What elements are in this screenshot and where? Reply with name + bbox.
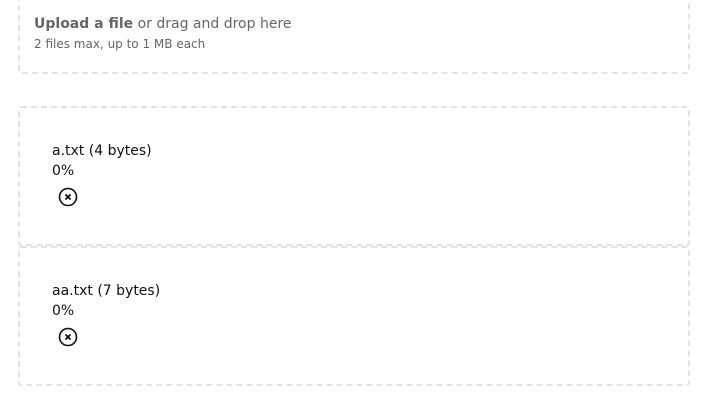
file-progress-text: 0% xyxy=(52,303,75,319)
file-item: a.txt (4 bytes) 0% xyxy=(18,106,690,246)
upload-file-link[interactable]: Upload a file xyxy=(34,16,133,32)
file-upload-page: Upload a file or drag and drop here 2 fi… xyxy=(0,0,706,405)
file-item: aa.txt (7 bytes) 0% xyxy=(18,246,690,386)
remove-file-button[interactable] xyxy=(58,327,78,347)
drag-drop-text: or drag and drop here xyxy=(133,16,292,32)
cancel-icon xyxy=(58,327,78,347)
dropzone-title: Upload a file or drag and drop here xyxy=(34,16,292,32)
file-progress-text: 0% xyxy=(52,163,75,179)
file-name-label: a.txt (4 bytes) xyxy=(52,143,152,159)
dropzone-hint: 2 files max, up to 1 MB each xyxy=(34,37,206,51)
remove-file-button[interactable] xyxy=(58,187,78,207)
cancel-icon xyxy=(58,187,78,207)
file-name-label: aa.txt (7 bytes) xyxy=(52,283,161,299)
